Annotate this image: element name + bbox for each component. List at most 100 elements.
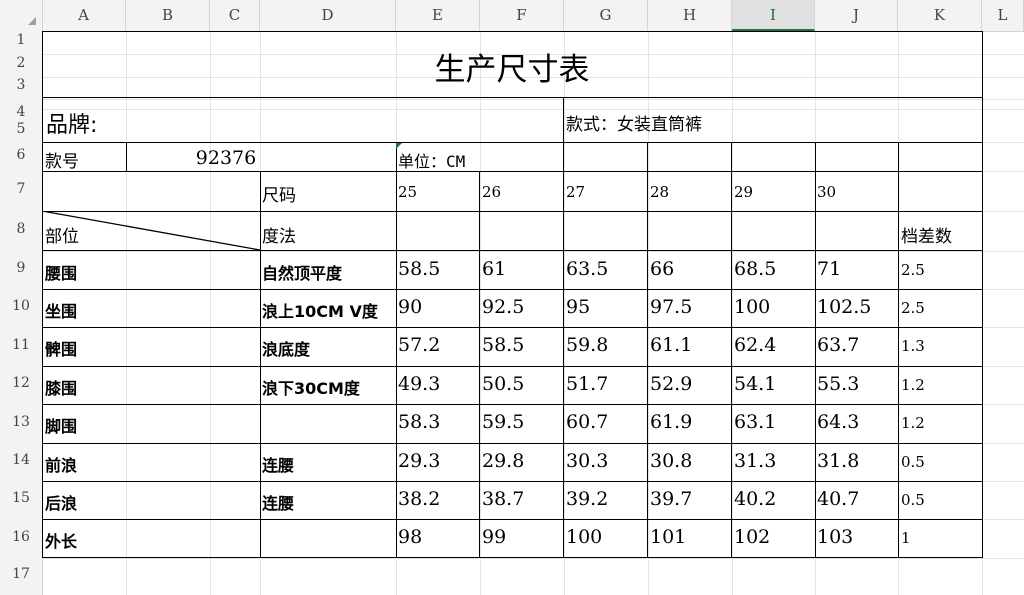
column-header-l[interactable]: L [982,0,1024,31]
column-header-d[interactable]: D [260,0,396,31]
part-cell[interactable]: 脚围 [45,413,77,437]
row-header-11[interactable]: 11 [0,337,42,353]
value-cell[interactable]: 66 [650,258,674,280]
grade-cell[interactable]: 2.5 [901,261,925,279]
value-cell[interactable]: 59.8 [566,334,608,356]
value-cell[interactable]: 58.3 [398,411,440,433]
value-cell[interactable]: 62.4 [734,334,776,356]
column-header-c[interactable]: C [210,0,260,31]
size-label[interactable]: 尺码 [262,181,296,206]
value-cell[interactable]: 39.7 [650,488,692,510]
value-cell[interactable]: 101 [650,526,686,548]
value-cell[interactable]: 102 [734,526,770,548]
value-cell[interactable]: 58.5 [398,258,440,280]
method-cell[interactable]: 连腰 [262,452,294,476]
value-cell[interactable]: 97.5 [650,296,692,318]
column-header-g[interactable]: G [564,0,648,31]
method-cell[interactable]: 浪上10CM V度 [262,298,378,322]
column-header-j[interactable]: J [815,0,898,31]
unit-label[interactable]: 单位：CM [398,148,465,172]
grade-cell[interactable]: 0.5 [901,491,925,509]
value-cell[interactable]: 98 [398,526,422,548]
row-header-7[interactable]: 7 [0,181,42,197]
value-cell[interactable]: 92.5 [482,296,524,318]
part-cell[interactable]: 外长 [45,528,77,552]
column-header-b[interactable]: B [126,0,210,31]
row-header-3[interactable]: 3 [0,77,42,93]
size-25[interactable]: 25 [398,183,417,201]
value-cell[interactable]: 31.8 [817,450,859,472]
row-header-12[interactable]: 12 [0,375,42,391]
size-27[interactable]: 27 [566,183,585,201]
value-cell[interactable]: 64.3 [817,411,859,433]
value-cell[interactable]: 38.7 [482,488,524,510]
size-29[interactable]: 29 [734,183,753,201]
select-all-corner[interactable] [0,0,43,31]
style-no-value[interactable]: 92376 [127,147,395,169]
value-cell[interactable]: 39.2 [566,488,608,510]
row-header-10[interactable]: 10 [0,298,42,314]
value-cell[interactable]: 100 [566,526,602,548]
value-cell[interactable]: 30.8 [650,450,692,472]
value-cell[interactable]: 57.2 [398,334,440,356]
row-header-14[interactable]: 14 [0,452,42,468]
grade-cell[interactable]: 1 [901,529,911,547]
value-cell[interactable]: 63.7 [817,334,859,356]
column-header-a[interactable]: A [42,0,126,31]
method-cell[interactable]: 连腰 [262,490,294,514]
part-cell[interactable]: 后浪 [45,490,77,514]
value-cell[interactable]: 61.1 [650,334,692,356]
value-cell[interactable]: 60.7 [566,411,608,433]
value-cell[interactable]: 100 [734,296,770,318]
style-no-label[interactable]: 款号 [45,147,79,172]
part-cell[interactable]: 髀围 [45,336,77,360]
grade-cell[interactable]: 1.2 [901,414,925,432]
value-cell[interactable]: 95 [566,296,590,318]
value-cell[interactable]: 68.5 [734,258,776,280]
grade-label[interactable]: 档差数 [901,222,952,247]
value-cell[interactable]: 52.9 [650,373,692,395]
value-cell[interactable]: 58.5 [482,334,524,356]
column-header-e[interactable]: E [396,0,480,31]
row-header-16[interactable]: 16 [0,529,42,545]
value-cell[interactable]: 59.5 [482,411,524,433]
column-header-k[interactable]: K [898,0,982,31]
value-cell[interactable]: 29.8 [482,450,524,472]
sheet-title[interactable]: 生产尺寸表 [42,44,982,89]
value-cell[interactable]: 54.1 [734,373,776,395]
row-header-15[interactable]: 15 [0,490,42,506]
value-cell[interactable]: 55.3 [817,373,859,395]
grade-cell[interactable]: 1.2 [901,376,925,394]
value-cell[interactable]: 40.2 [734,488,776,510]
part-cell[interactable]: 坐围 [45,298,77,322]
row-header-2[interactable]: 2 [0,55,42,71]
value-cell[interactable]: 71 [817,258,841,280]
value-cell[interactable]: 61.9 [650,411,692,433]
row-header-5[interactable]: 5 [0,121,42,137]
value-cell[interactable]: 63.1 [734,411,776,433]
row-header-1[interactable]: 1 [0,32,42,48]
value-cell[interactable]: 31.3 [734,450,776,472]
part-cell[interactable]: 腰围 [45,260,77,284]
value-cell[interactable]: 103 [817,526,853,548]
value-cell[interactable]: 102.5 [817,296,871,318]
row-header-4[interactable]: 4 [0,104,42,120]
brand-label[interactable]: 品牌: [46,107,97,139]
value-cell[interactable]: 49.3 [398,373,440,395]
value-cell[interactable]: 29.3 [398,450,440,472]
row-header-9[interactable]: 9 [0,260,42,276]
value-cell[interactable]: 30.3 [566,450,608,472]
value-cell[interactable]: 40.7 [817,488,859,510]
method-cell[interactable]: 自然顶平度 [262,260,342,284]
value-cell[interactable]: 61 [482,258,506,280]
value-cell[interactable]: 90 [398,296,422,318]
grade-cell[interactable]: 2.5 [901,299,925,317]
style-label[interactable]: 款式：女装直筒裤 [566,110,702,135]
size-26[interactable]: 26 [482,183,501,201]
size-28[interactable]: 28 [650,183,669,201]
column-header-h[interactable]: H [648,0,732,31]
row-header-17[interactable]: 17 [0,566,42,582]
value-cell[interactable]: 50.5 [482,373,524,395]
value-cell[interactable]: 63.5 [566,258,608,280]
row-header-8[interactable]: 8 [0,221,42,237]
